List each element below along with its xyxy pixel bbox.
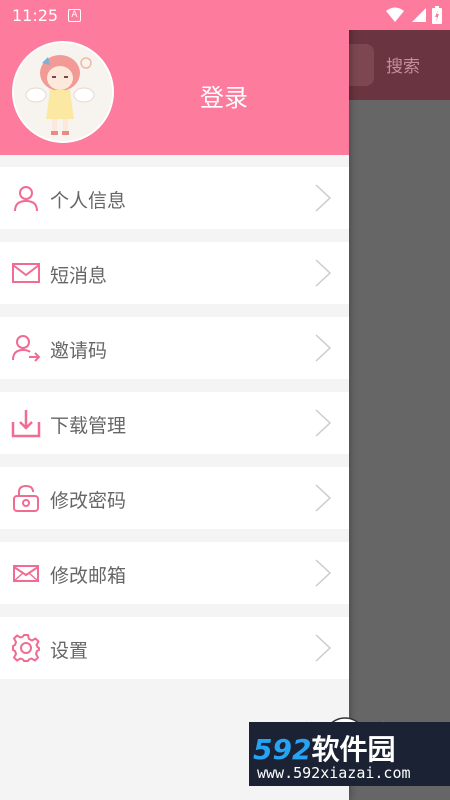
drawer-header: 登录 (0, 30, 349, 155)
menu-item-label: 个人信息 (50, 190, 127, 212)
wifi-icon (386, 7, 404, 22)
chevron-right-icon (315, 259, 332, 287)
menu-item-label: 修改密码 (50, 490, 127, 512)
gear-icon (12, 634, 40, 662)
screen: 11:25 A 搜索 登录 个人信息 短消息 邀请码 下载管理 修改密码 修改邮… (0, 0, 450, 800)
navigation-drawer: 登录 个人信息 短消息 邀请码 下载管理 修改密码 修改邮箱 设置 (0, 0, 349, 800)
anime-avatar-image (14, 43, 112, 141)
watermark-brand: 592软件园 (253, 728, 395, 768)
battery-icon (432, 6, 442, 24)
menu-item-label: 设置 (50, 640, 89, 662)
chevron-right-icon (315, 184, 332, 212)
background-search-button: 搜索 (386, 57, 420, 77)
watermark-brand-text: 软件园 (311, 733, 396, 766)
menu-item-profile[interactable]: 个人信息 (0, 167, 349, 229)
menu-item-messages[interactable]: 短消息 (0, 242, 349, 304)
menu-item-settings[interactable]: 设置 (0, 617, 349, 679)
chevron-right-icon (315, 484, 332, 512)
menu-item-change-password[interactable]: 修改密码 (0, 467, 349, 529)
chevron-right-icon (315, 634, 332, 662)
notification-a-icon: A (68, 9, 81, 22)
status-time: 11:25 (12, 6, 59, 25)
mail-icon (13, 565, 39, 582)
download-tray-icon (11, 410, 41, 438)
menu-item-invite-code[interactable]: 邀请码 (0, 317, 349, 379)
person-icon (14, 186, 38, 212)
status-bar: 11:25 A (0, 0, 450, 30)
menu-item-label: 下载管理 (50, 415, 127, 437)
menu-item-label: 修改邮箱 (50, 565, 127, 587)
menu-item-change-email[interactable]: 修改邮箱 (0, 542, 349, 604)
chevron-right-icon (315, 334, 332, 362)
menu-item-label: 短消息 (50, 265, 108, 287)
chevron-right-icon (315, 409, 332, 437)
invite-user-icon (12, 335, 41, 362)
lock-icon (13, 484, 39, 512)
watermark-logo: 592软件园 www.592xiazai.com (249, 722, 450, 786)
login-button[interactable]: 登录 (200, 78, 248, 113)
menu-item-label: 邀请码 (50, 340, 108, 362)
watermark-url: www.592xiazai.com (257, 764, 411, 782)
signal-icon (412, 8, 426, 22)
envelope-icon (12, 263, 40, 283)
status-indicators (386, 6, 442, 24)
avatar[interactable] (12, 41, 114, 143)
chevron-right-icon (315, 559, 332, 587)
watermark-brand-number: 592 (253, 733, 312, 766)
menu-item-downloads[interactable]: 下载管理 (0, 392, 349, 454)
